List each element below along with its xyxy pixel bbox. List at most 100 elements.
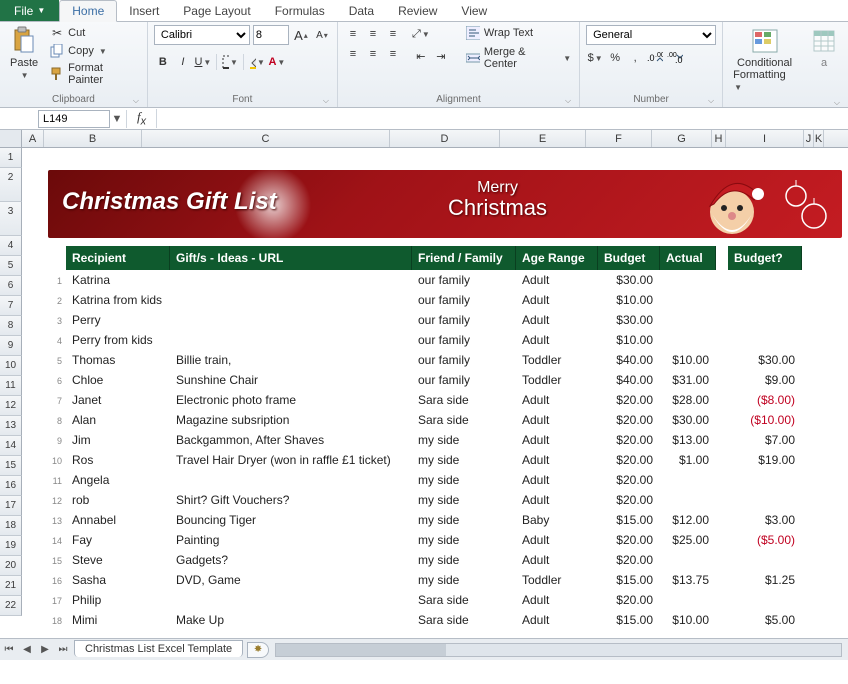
table-cell[interactable]	[170, 270, 412, 290]
sheet-nav-last[interactable]: ⏭	[54, 641, 72, 659]
column-header-I[interactable]: I	[726, 130, 804, 147]
table-cell[interactable]: $10.00	[598, 290, 660, 310]
table-cell[interactable]: $40.00	[598, 370, 660, 390]
table-cell[interactable]: $10.00	[598, 330, 660, 350]
table-cell[interactable]: $30.00	[598, 310, 660, 330]
table-cell[interactable]: $20.00	[598, 430, 660, 450]
row-header-22[interactable]: 22	[0, 596, 22, 616]
column-header-K[interactable]: K	[814, 130, 824, 147]
column-header-E[interactable]: E	[500, 130, 586, 147]
row-header-14[interactable]: 14	[0, 436, 22, 456]
cut-button[interactable]: ✂Cut	[48, 25, 141, 41]
bold-button[interactable]: B	[154, 53, 172, 71]
table-cell[interactable]: Shirt? Gift Vouchers?	[170, 490, 412, 510]
table-cell[interactable]	[660, 330, 716, 350]
conditional-formatting-button[interactable]: Conditional Formatting ▼	[729, 25, 800, 95]
row-index[interactable]: 8	[48, 410, 66, 430]
row-header-20[interactable]: 20	[0, 556, 22, 576]
table-cell[interactable]: $20.00	[598, 390, 660, 410]
row-index[interactable]: 2	[48, 290, 66, 310]
table-cell[interactable]	[660, 270, 716, 290]
copy-button[interactable]: Copy▼	[48, 43, 141, 59]
table-cell[interactable]: our family	[412, 370, 516, 390]
table-cell[interactable]: $20.00	[598, 490, 660, 510]
horizontal-scrollbar[interactable]	[275, 643, 842, 657]
table-cell[interactable]: Adult	[516, 470, 598, 490]
sheet-nav-next[interactable]: ▶	[36, 641, 54, 659]
row-index[interactable]: 15	[48, 550, 66, 570]
column-header-J[interactable]: J	[804, 130, 814, 147]
table-cell[interactable]: Thomas	[66, 350, 170, 370]
row-header-19[interactable]: 19	[0, 536, 22, 556]
row-header-17[interactable]: 17	[0, 496, 22, 516]
column-header-G[interactable]: G	[652, 130, 712, 147]
table-cell[interactable]	[728, 550, 802, 570]
table-cell[interactable]: ($10.00)	[728, 410, 802, 430]
table-cell[interactable]: my side	[412, 510, 516, 530]
row-header-8[interactable]: 8	[0, 316, 22, 336]
row-header-13[interactable]: 13	[0, 416, 22, 436]
table-cell[interactable]: $15.00	[598, 510, 660, 530]
table-cell[interactable]: Baby	[516, 510, 598, 530]
table-cell[interactable]: Adult	[516, 610, 598, 630]
table-cell[interactable]: Adult	[516, 450, 598, 470]
table-cell[interactable]: $1.00	[660, 450, 716, 470]
decrease-indent-button[interactable]: ⇤	[412, 47, 430, 65]
row-header-12[interactable]: 12	[0, 396, 22, 416]
table-cell[interactable]: Ros	[66, 450, 170, 470]
increase-decimal-button[interactable]: .0.00	[646, 49, 664, 67]
table-cell[interactable]: Mimi	[66, 610, 170, 630]
table-cell[interactable]: $40.00	[598, 350, 660, 370]
orientation-button[interactable]: ⤢▼	[412, 25, 430, 43]
tab-page-layout[interactable]: Page Layout	[171, 0, 262, 21]
table-cell[interactable]: Make Up	[170, 610, 412, 630]
decrease-font-button[interactable]: A▾	[313, 26, 331, 44]
tab-view[interactable]: View	[449, 0, 499, 21]
table-cell[interactable]: Perry from kids	[66, 330, 170, 350]
select-all-corner[interactable]	[0, 130, 22, 147]
column-header-A[interactable]: A	[22, 130, 44, 147]
table-cell[interactable]: $28.00	[660, 390, 716, 410]
column-header-F[interactable]: F	[586, 130, 652, 147]
formula-input[interactable]	[157, 110, 848, 128]
row-header-11[interactable]: 11	[0, 376, 22, 396]
table-cell[interactable]: Backgammon, After Shaves	[170, 430, 412, 450]
comma-format-button[interactable]: ,	[626, 49, 644, 67]
table-cell[interactable]: Painting	[170, 530, 412, 550]
table-cell[interactable]: Fay	[66, 530, 170, 550]
table-cell[interactable]: ($5.00)	[728, 530, 802, 550]
table-cell[interactable]: Sara side	[412, 590, 516, 610]
format-as-table-button[interactable]: a	[806, 25, 842, 95]
table-cell[interactable]: $25.00	[660, 530, 716, 550]
table-cell[interactable]	[170, 290, 412, 310]
new-sheet-button[interactable]: ✸	[247, 642, 269, 658]
table-cell[interactable]: Adult	[516, 490, 598, 510]
table-cell[interactable]: $20.00	[598, 550, 660, 570]
table-cell[interactable]: Angela	[66, 470, 170, 490]
increase-font-button[interactable]: A▴	[292, 26, 310, 44]
sheet-nav-prev[interactable]: ◀	[18, 641, 36, 659]
tab-insert[interactable]: Insert	[117, 0, 171, 21]
tab-data[interactable]: Data	[337, 0, 386, 21]
row-index[interactable]: 7	[48, 390, 66, 410]
table-cell[interactable]: Philip	[66, 590, 170, 610]
align-left-button[interactable]: ≡	[344, 45, 362, 63]
table-cell[interactable]: my side	[412, 450, 516, 470]
row-index[interactable]: 1	[48, 270, 66, 290]
column-header-D[interactable]: D	[390, 130, 500, 147]
table-cell[interactable]: Electronic photo frame	[170, 390, 412, 410]
table-cell[interactable]: $15.00	[598, 610, 660, 630]
number-format-combo[interactable]: General	[586, 25, 716, 45]
table-cell[interactable]: $20.00	[598, 470, 660, 490]
row-index[interactable]: 16	[48, 570, 66, 590]
table-cell[interactable]: Adult	[516, 310, 598, 330]
table-cell[interactable]	[660, 590, 716, 610]
borders-button[interactable]: ▼	[221, 53, 239, 71]
row-header-15[interactable]: 15	[0, 456, 22, 476]
table-cell[interactable]: $19.00	[728, 450, 802, 470]
table-cell[interactable]: $20.00	[598, 410, 660, 430]
name-box[interactable]	[38, 110, 110, 128]
table-cell[interactable]: Sara side	[412, 410, 516, 430]
table-cell[interactable]: our family	[412, 310, 516, 330]
table-cell[interactable]: $20.00	[598, 590, 660, 610]
